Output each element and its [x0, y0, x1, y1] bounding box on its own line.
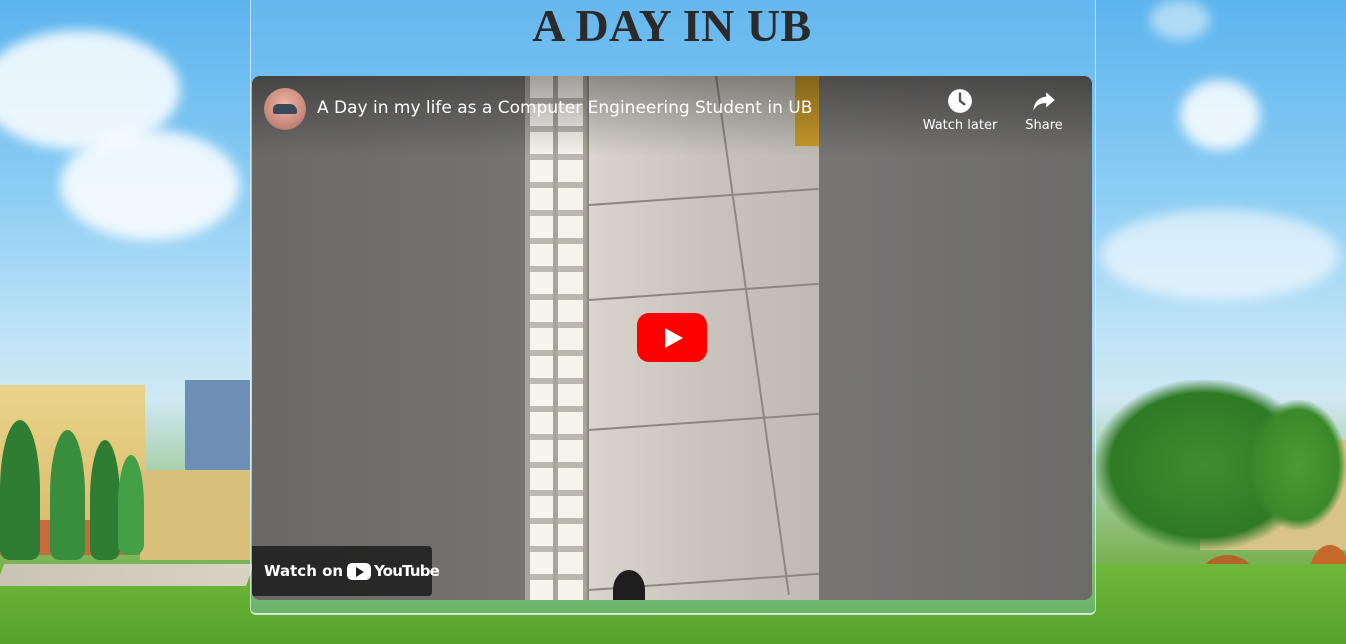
play-button[interactable] [637, 313, 707, 362]
youtube-embed-player[interactable]: A Day in my life as a Computer Engineeri… [252, 76, 1092, 600]
video-title-link[interactable]: A Day in my life as a Computer Engineeri… [317, 98, 812, 118]
page-title: A DAY IN UB [532, 0, 812, 51]
share-arrow-icon [1033, 92, 1055, 111]
watch-later-label: Watch later [922, 118, 998, 133]
share-button[interactable]: Share [1014, 88, 1074, 133]
watch-later-button[interactable]: Watch later [920, 88, 1000, 133]
play-icon [665, 328, 683, 348]
share-label: Share [1025, 118, 1063, 133]
watch-on-label: Watch on [264, 562, 344, 580]
youtube-wordmark: YouTube [374, 562, 440, 580]
clock-icon [948, 89, 972, 113]
youtube-play-icon [347, 563, 371, 580]
watch-on-youtube-button[interactable]: Watch on YouTube [252, 546, 440, 596]
channel-avatar-icon[interactable] [264, 88, 306, 130]
